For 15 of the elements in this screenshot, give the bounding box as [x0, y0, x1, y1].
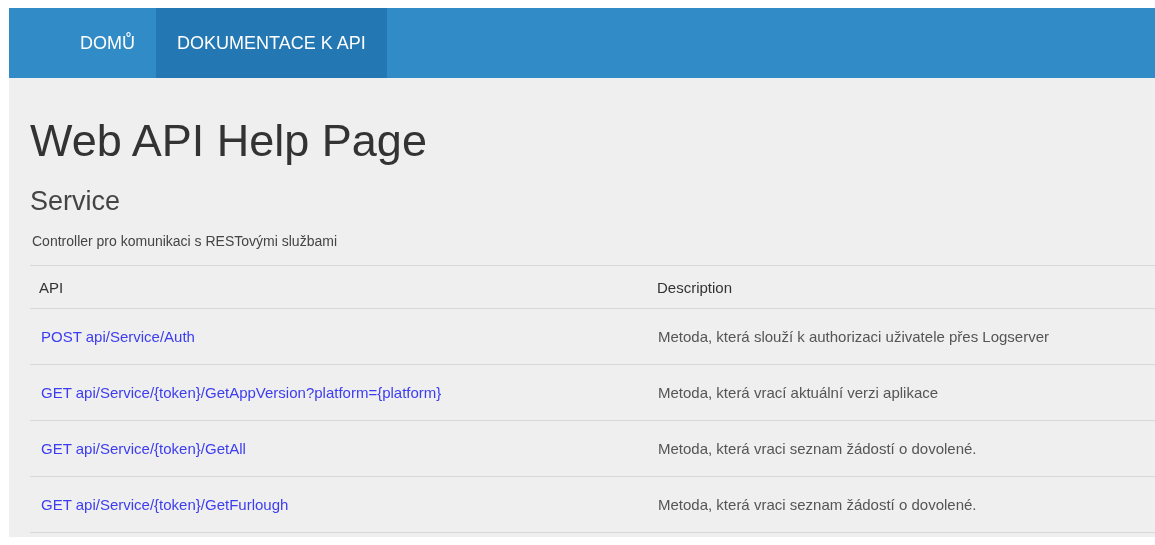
- table-cell-text: Metoda, která vraci seznam žádostí o dovolené.: [657, 496, 978, 513]
- nav-tab[interactable]: DOMŮ: [59, 8, 156, 78]
- api-link[interactable]: GET api/Service/{token}/GetAppVersion?platform={platform}: [30, 384, 442, 401]
- section-description: Controller pro komunikaci s RESTovými službami: [32, 233, 338, 249]
- api-link[interactable]: GET api/Service/{token}/GetAll: [30, 440, 246, 457]
- api-link[interactable]: GET api/Service/{token}/GetFurlough: [30, 496, 289, 513]
- column-header: API: [38, 278, 65, 296]
- table-cell-text: Metoda, která vraci seznam žádostí o dovolené.: [657, 440, 978, 457]
- table-cell-text: Metoda, která slouží k authorizaci uživatele přes Logserver: [657, 328, 1051, 345]
- nav-tab[interactable]: DOKUMENTACE K API: [156, 8, 387, 78]
- section-title: Service: [30, 186, 122, 217]
- table-cell-text: Metoda, která vrací aktuální verzi aplikace: [657, 384, 940, 401]
- page-title: Web API Help Page: [30, 114, 428, 168]
- api-link[interactable]: POST api/Service/Auth: [30, 328, 195, 345]
- column-header: Description: [656, 278, 734, 296]
